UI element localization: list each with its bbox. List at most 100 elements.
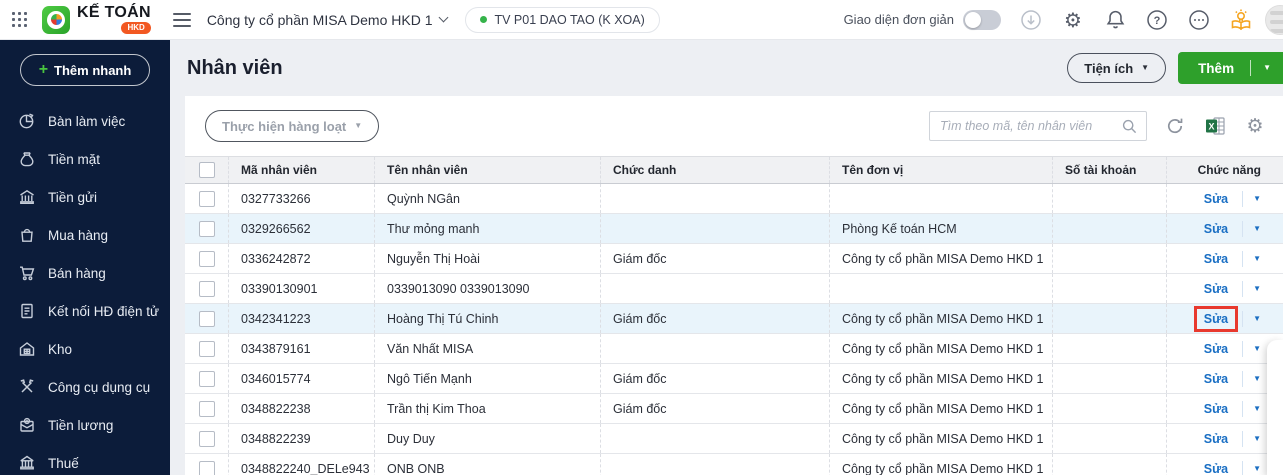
notifications-icon[interactable] xyxy=(1103,8,1127,32)
cell-title: Giám đốc xyxy=(601,364,830,393)
col-header-code[interactable]: Mã nhân viên xyxy=(229,157,375,183)
edit-link[interactable]: Sửa xyxy=(1202,372,1230,386)
row-dropdown-icon[interactable]: ▼ xyxy=(1253,224,1261,233)
row-checkbox[interactable] xyxy=(198,250,215,267)
table-row[interactable]: 0348822240_DELe943 ONB ONB Công ty cổ ph… xyxy=(185,454,1283,475)
chevron-down-icon xyxy=(439,12,449,23)
sidebar-item-8[interactable]: Tiền lương xyxy=(0,406,170,444)
row-checkbox[interactable] xyxy=(198,340,215,357)
simple-ui-toggle[interactable] xyxy=(963,9,1001,30)
edit-link[interactable]: Sửa xyxy=(1202,192,1230,206)
sidebar-item-1[interactable]: Tiền mặt xyxy=(0,140,170,178)
cash-icon xyxy=(20,152,34,167)
row-dropdown-icon[interactable]: ▼ xyxy=(1253,314,1261,323)
edit-wrap: Sửa xyxy=(1202,462,1230,475)
row-dropdown-icon[interactable]: ▼ xyxy=(1253,464,1261,473)
table-row[interactable]: 0327733266 Quỳnh NGân Sửa ▼ xyxy=(185,184,1283,214)
salary-icon xyxy=(20,417,34,432)
logo-icon xyxy=(42,5,70,34)
edit-link[interactable]: Sửa xyxy=(1202,342,1230,356)
workspace-pill[interactable]: TV P01 DAO TAO (K XOA) xyxy=(465,6,660,33)
sidebar-item-5[interactable]: Kết nối HĐ điện tử xyxy=(0,292,170,330)
batch-actions-button[interactable]: Thực hiện hàng loạt ▼ xyxy=(205,110,380,142)
row-dropdown-icon[interactable]: ▼ xyxy=(1253,434,1261,443)
sidebar-item-7[interactable]: Công cụ dụng cụ xyxy=(0,368,170,406)
cell-name: Văn Nhất MISA xyxy=(375,334,601,363)
row-checkbox[interactable] xyxy=(198,280,215,297)
more-icon[interactable] xyxy=(1187,8,1211,32)
row-dropdown-icon[interactable]: ▼ xyxy=(1253,344,1261,353)
row-dropdown-icon[interactable]: ▼ xyxy=(1253,404,1261,413)
cell-code: 0346015774 xyxy=(229,364,375,393)
sidebar-items: Bàn làm việc Tiền mặt Tiền gửi Mua hàng Bán … xyxy=(0,102,170,475)
table-row[interactable]: 0342341223 Hoàng Thị Tú Chinh Giám đốc C… xyxy=(185,304,1283,334)
table-row[interactable]: 03390130901 0339013090 0339013090 Sửa ▼ xyxy=(185,274,1283,304)
row-dropdown-icon[interactable]: ▼ xyxy=(1253,374,1261,383)
cell-code: 0348822239 xyxy=(229,424,375,453)
add-dropdown-toggle[interactable]: ▼ xyxy=(1251,64,1283,72)
company-selector[interactable]: Công ty cổ phần MISA Demo HKD 1 xyxy=(207,12,449,28)
row-checkbox[interactable] xyxy=(198,190,215,207)
excel-export-icon[interactable]: X xyxy=(1203,114,1227,138)
table-body: 0327733266 Quỳnh NGân Sửa ▼ 0329266562 T… xyxy=(185,184,1283,475)
col-header-title[interactable]: Chức danh xyxy=(601,157,830,183)
action-divider xyxy=(1242,430,1244,447)
row-dropdown-icon[interactable]: ▼ xyxy=(1253,284,1261,293)
help-icon[interactable]: ? xyxy=(1145,8,1169,32)
table-row[interactable]: 0343879161 Văn Nhất MISA Công ty cổ phần… xyxy=(185,334,1283,364)
row-checkbox[interactable] xyxy=(198,220,215,237)
simple-ui-label: Giao diện đơn giản xyxy=(843,12,954,27)
sidebar-item-9[interactable]: Thuế xyxy=(0,444,170,475)
cell-name: Nguyễn Thị Hoài xyxy=(375,244,601,273)
menu-toggle-icon[interactable] xyxy=(172,12,191,27)
table-row[interactable]: 0336242872 Nguyễn Thị Hoài Giám đốc Công… xyxy=(185,244,1283,274)
sidebar-item-2[interactable]: Tiền gửi xyxy=(0,178,170,216)
row-checkbox[interactable] xyxy=(198,310,215,327)
table-settings-icon[interactable]: ⚙ xyxy=(1243,114,1267,138)
cell-unit xyxy=(830,184,1053,213)
col-header-name[interactable]: Tên nhân viên xyxy=(375,157,601,183)
edit-wrap: Sửa xyxy=(1202,342,1230,356)
table-row[interactable]: 0348822238 Trần thị Kim Thoa Giám đốc Cô… xyxy=(185,394,1283,424)
row-checkbox[interactable] xyxy=(198,370,215,387)
edit-link[interactable]: Sửa xyxy=(1202,402,1230,416)
cell-account xyxy=(1053,304,1167,333)
utilities-button[interactable]: Tiện ích ▼ xyxy=(1067,53,1167,83)
chevron-down-icon: ▼ xyxy=(1263,63,1271,72)
row-checkbox[interactable] xyxy=(198,430,215,447)
row-dropdown-icon[interactable]: ▼ xyxy=(1253,254,1261,263)
edit-link[interactable]: Sửa xyxy=(1202,222,1230,236)
floating-widget-edge[interactable] xyxy=(1267,340,1283,475)
svg-text:X: X xyxy=(1208,122,1214,132)
add-button[interactable]: Thêm ▼ xyxy=(1178,52,1283,84)
idea-icon[interactable] xyxy=(1229,8,1253,32)
quick-add-button[interactable]: + Thêm nhanh xyxy=(20,54,150,86)
table-row[interactable]: 0346015774 Ngô Tiến Mạnh Giám đốc Công t… xyxy=(185,364,1283,394)
edit-link[interactable]: Sửa xyxy=(1202,312,1230,326)
edit-link[interactable]: Sửa xyxy=(1202,282,1230,296)
apps-grid-icon[interactable] xyxy=(12,11,28,28)
row-checkbox[interactable] xyxy=(198,400,215,417)
table-row[interactable]: 0329266562 Thư mỏng manh Phòng Kế toán H… xyxy=(185,214,1283,244)
edit-link[interactable]: Sửa xyxy=(1202,252,1230,266)
sidebar-item-3[interactable]: Mua hàng xyxy=(0,216,170,254)
row-dropdown-icon[interactable]: ▼ xyxy=(1253,194,1261,203)
edit-link[interactable]: Sửa xyxy=(1202,432,1230,446)
settings-icon[interactable]: ⚙ xyxy=(1061,8,1085,32)
edit-link[interactable]: Sửa xyxy=(1202,462,1230,475)
search-input[interactable] xyxy=(940,119,1121,133)
select-all-checkbox[interactable] xyxy=(198,162,215,178)
col-header-account[interactable]: Số tài khoản xyxy=(1053,157,1167,183)
sidebar-item-4[interactable]: Bán hàng xyxy=(0,254,170,292)
sidebar-item-0[interactable]: Bàn làm việc xyxy=(0,102,170,140)
col-header-unit[interactable]: Tên đơn vị xyxy=(830,157,1053,183)
sidebar-item-6[interactable]: Kho xyxy=(0,330,170,368)
refresh-icon[interactable] xyxy=(1163,114,1187,138)
row-checkbox[interactable] xyxy=(198,460,215,475)
table-row[interactable]: 0348822239 Duy Duy Công ty cổ phần MISA … xyxy=(185,424,1283,454)
cell-name: ONB ONB xyxy=(375,454,601,475)
download-icon[interactable] xyxy=(1019,8,1043,32)
cell-account xyxy=(1053,214,1167,243)
sidebar-item-label: Kết nối HĐ điện tử xyxy=(48,303,160,319)
search-icon[interactable] xyxy=(1121,118,1138,135)
